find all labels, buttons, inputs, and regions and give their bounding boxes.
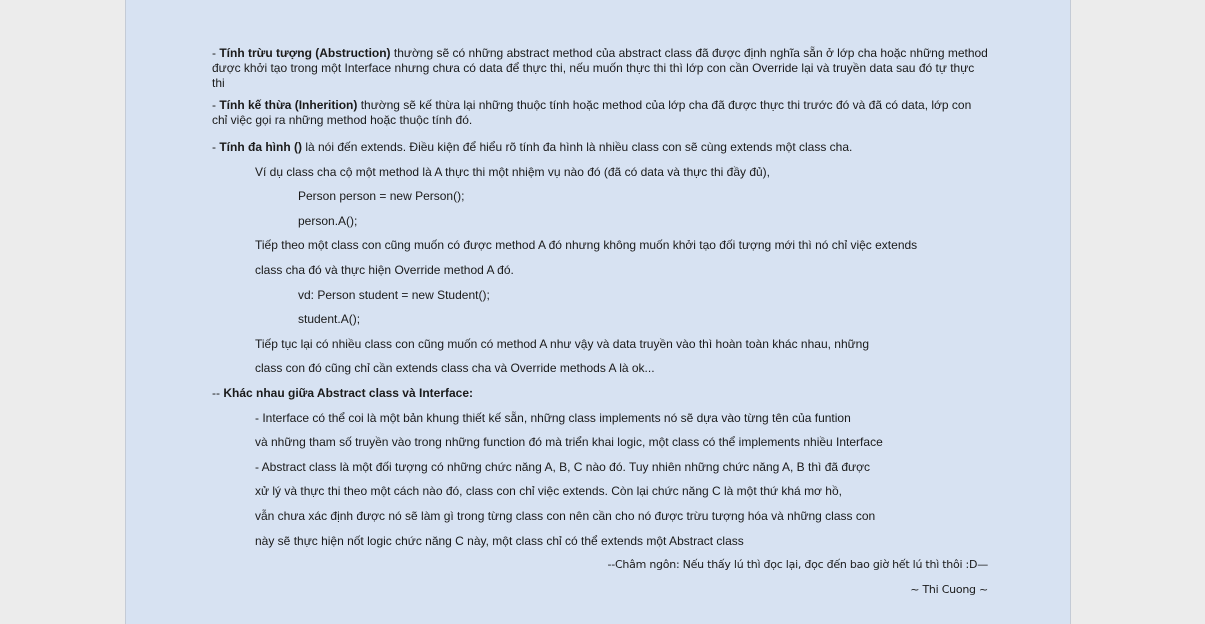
paragraph-abstraction: - Tính trừu tượng (Abstruction) thường s… [212,46,988,91]
poly-example-line: class con đó cũng chỉ cần extends class … [255,361,655,376]
code-line: student.A(); [298,312,361,327]
poly-example-line: Tiếp theo một class con cũng muốn có đượ… [255,238,918,253]
diff-line: - Abstract class là một đối tượng có nhữ… [255,459,870,474]
heading-differences: -- Khác nhau giữa Abstract class và Inte… [212,381,988,406]
poly-example-line: Ví dụ class cha cộ một method là A thực … [255,164,771,179]
document-content: - Tính trừu tượng (Abstruction) thường s… [212,46,988,602]
term-abstraction: Tính trừu tượng (Abstruction) [219,46,391,60]
diff-line: xử lý và thực thi theo một cách nào đó, … [255,484,842,499]
paragraph-inheritance: - Tính kế thừa (Inherition) thường sẽ kế… [212,98,988,128]
diff-line: vẫn chưa xác định được nó sẽ làm gì tron… [255,508,876,523]
code-line: Person person = new Person(); [298,189,465,204]
bullet-dash: -- [212,385,224,400]
diff-line: - Interface có thể coi là một bản khung … [255,410,851,425]
heading-text: Khác nhau giữa Abstract class và Interfa… [223,385,473,400]
motto-quote: --Châm ngôn: Nếu thấy lú thì đọc lại, đọ… [607,558,989,572]
term-polymorphism: Tính đa hình () [219,140,302,154]
document-page: - Tính trừu tượng (Abstruction) thường s… [125,0,1071,624]
paragraph-text: là nói đến extends. Điều kiện để hiểu rõ… [302,140,853,154]
author-signature: ~ Thi Cuong ~ [910,582,988,596]
diff-line: và những tham số truyền vào trong những … [255,435,883,450]
poly-example-line: class cha đó và thực hiện Override metho… [255,262,514,277]
code-line: person.A(); [298,213,358,228]
poly-example-line: Tiếp tục lại có nhiều class con cũng muố… [255,336,870,351]
diff-line: này sẽ thực hiện nốt logic chức năng C n… [255,533,744,548]
term-inheritance: Tính kế thừa (Inherition) [219,98,358,112]
paragraph-polymorphism: - Tính đa hình () là nói đến extends. Đi… [212,135,988,160]
code-line: vd: Person student = new Student(); [298,287,490,302]
